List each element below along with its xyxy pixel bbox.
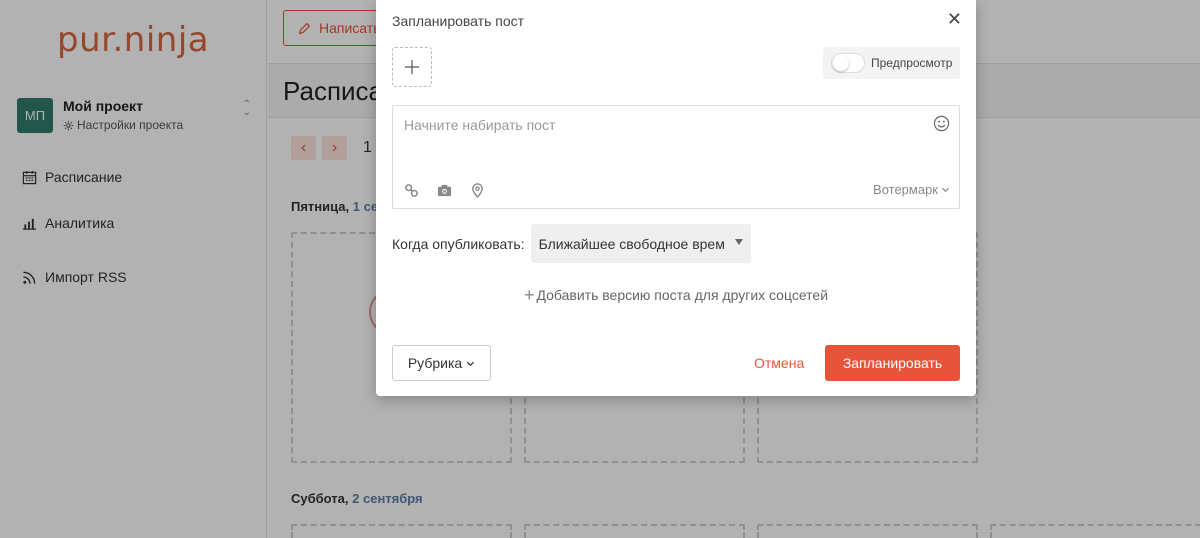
- rubric-dropdown-button[interactable]: Рубрика: [392, 345, 491, 381]
- preview-toggle[interactable]: [831, 53, 865, 73]
- editor-toolbar: [404, 183, 485, 198]
- chevron-down-icon: [941, 187, 950, 193]
- watermark-dropdown[interactable]: Вотермарк: [873, 182, 950, 197]
- rubric-label: Рубрика: [407, 355, 463, 371]
- preview-label: Предпросмотр: [871, 56, 953, 70]
- publish-time-label: Когда опубликовать:: [392, 235, 525, 252]
- location-pin-icon[interactable]: [470, 183, 485, 198]
- camera-icon[interactable]: [437, 183, 452, 198]
- schedule-button[interactable]: Запланировать: [825, 345, 960, 381]
- add-version-label: Добавить версию поста для других соцсете…: [536, 287, 829, 303]
- publish-time-value: Ближайшее свободное врем: [538, 235, 725, 252]
- caret-down-icon: [734, 239, 743, 245]
- add-network-version-link[interactable]: + Добавить версию поста для других соцсет…: [376, 285, 976, 306]
- chevron-down-icon: [467, 361, 475, 366]
- plus-icon: +: [523, 285, 535, 305]
- publish-time-select[interactable]: Ближайшее свободное врем: [530, 224, 751, 263]
- post-editor: Вотермарк: [392, 105, 960, 209]
- close-icon[interactable]: ✕: [947, 10, 962, 28]
- post-text-input[interactable]: [393, 106, 959, 166]
- emoji-icon[interactable]: [933, 115, 950, 132]
- plus-icon: [405, 60, 419, 74]
- schedule-post-modal: Запланировать пост ✕ Предпросмотр Вотерм…: [376, 0, 976, 396]
- add-media-button[interactable]: [392, 47, 432, 87]
- link-icon[interactable]: [404, 183, 419, 198]
- cancel-button[interactable]: Отмена: [754, 355, 804, 371]
- toggle-knob: [833, 55, 849, 71]
- preview-toggle-box: Предпросмотр: [823, 47, 960, 79]
- modal-title: Запланировать пост: [392, 13, 525, 29]
- watermark-label: Вотермарк: [873, 182, 938, 197]
- publish-time-row: Когда опубликовать: Ближайшее свободное …: [392, 224, 751, 263]
